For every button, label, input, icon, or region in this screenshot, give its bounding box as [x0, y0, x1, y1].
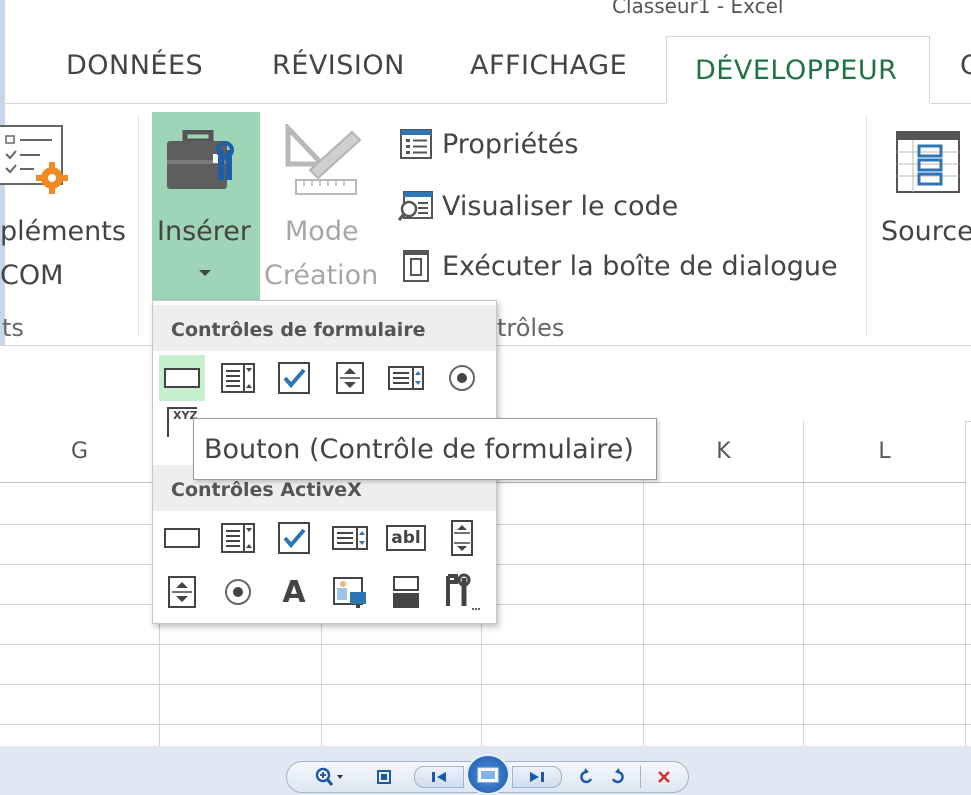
activex-toggle-button-control[interactable] — [383, 569, 429, 615]
form-option-button-control[interactable] — [439, 355, 485, 401]
activex-spin-button-control[interactable] — [159, 569, 205, 615]
form-spin-button-control[interactable] — [327, 355, 373, 401]
form-combo-box-control[interactable] — [215, 355, 261, 401]
previous-icon[interactable] — [414, 766, 464, 788]
window-title: Classeur1 - Excel — [612, 0, 784, 18]
form-button-control[interactable] — [159, 355, 205, 401]
rotate-right-icon[interactable] — [606, 764, 630, 790]
tab-affichage[interactable]: AFFICHAGE — [470, 50, 627, 81]
properties-button[interactable]: Propriétés — [398, 128, 578, 160]
tab-revision[interactable]: RÉVISION — [272, 50, 405, 81]
activex-more-controls[interactable] — [439, 569, 485, 615]
label-a-icon: A — [282, 574, 306, 610]
list-box-icon — [332, 526, 368, 550]
rotate-left-icon[interactable] — [574, 764, 598, 790]
view-code-icon — [398, 190, 434, 222]
spin-button-icon — [336, 362, 364, 394]
spin-button-icon — [168, 576, 196, 608]
com-addins-icon — [0, 124, 80, 204]
addins-group-label: ts — [2, 314, 24, 342]
toolbox-icon — [163, 129, 243, 196]
checkbox-icon — [278, 522, 310, 554]
com-addins-label-2[interactable]: COM — [0, 260, 63, 291]
activex-combo-box-control[interactable] — [215, 515, 261, 561]
option-button-icon — [449, 365, 475, 391]
insert-label: Insérer — [157, 216, 251, 247]
scroll-bar-icon — [451, 520, 473, 556]
next-icon[interactable] — [512, 766, 562, 788]
image-icon — [333, 577, 366, 608]
column-header-g[interactable]: G — [0, 421, 160, 483]
column-header-l[interactable]: L — [804, 421, 966, 483]
run-dialog-label: Exécuter la boîte de dialogue — [442, 250, 838, 282]
source-icon — [893, 128, 965, 196]
button-control-icon — [164, 528, 200, 548]
activex-option-button-control[interactable] — [215, 569, 261, 615]
toggle-button-icon — [393, 576, 419, 608]
run-dialog-icon — [398, 250, 434, 282]
activex-scroll-bar-control[interactable] — [439, 515, 485, 561]
list-box-icon — [388, 366, 424, 390]
design-mode-label-1[interactable]: Mode — [285, 216, 359, 247]
text-box-icon: abl — [386, 525, 426, 551]
slideshow-icon[interactable] — [466, 754, 510, 795]
run-dialog-button[interactable]: Exécuter la boîte de dialogue — [398, 250, 838, 282]
combo-box-icon — [221, 523, 255, 553]
combo-box-icon — [221, 363, 255, 393]
more-controls-tools-icon — [446, 573, 480, 610]
properties-label: Propriétés — [442, 128, 579, 160]
button-control-icon — [164, 368, 200, 388]
delete-icon[interactable] — [652, 764, 676, 790]
option-button-icon — [225, 579, 251, 605]
tab-developpeur[interactable]: DÉVELOPPEUR — [666, 36, 930, 104]
form-list-box-control[interactable] — [383, 355, 429, 401]
chevron-down-icon — [199, 270, 211, 276]
design-mode-icon — [282, 121, 362, 200]
source-label[interactable]: Source — [881, 216, 971, 247]
actual-size-icon[interactable] — [372, 764, 396, 790]
properties-icon — [398, 128, 434, 160]
activex-checkbox-control[interactable] — [271, 515, 317, 561]
column-header-k[interactable]: K — [644, 421, 804, 483]
view-code-button[interactable]: Visualiser le code — [398, 190, 678, 222]
controls-group-label: trôles — [497, 314, 565, 342]
com-addins-label-1[interactable]: pléments — [0, 216, 126, 247]
tab-next[interactable]: C — [960, 50, 971, 81]
activex-button-control[interactable] — [159, 515, 205, 561]
tooltip: Bouton (Contrôle de formulaire) — [193, 418, 657, 480]
activex-label-control[interactable]: A — [271, 569, 317, 615]
form-checkbox-control[interactable] — [271, 355, 317, 401]
design-mode-label-2[interactable]: Création — [264, 260, 378, 291]
form-controls-header: Contrôles de formulaire — [153, 305, 496, 351]
activex-image-control[interactable] — [327, 569, 373, 615]
activex-list-box-control[interactable] — [327, 515, 373, 561]
zoom-icon[interactable] — [312, 764, 348, 790]
ribbon-tabs: DONNÉES RÉVISION AFFICHAGE DÉVELOPPEUR C — [0, 36, 971, 104]
view-code-label: Visualiser le code — [442, 190, 679, 222]
tab-donnees[interactable]: DONNÉES — [66, 50, 203, 81]
checkbox-icon — [278, 362, 310, 394]
activex-text-box-control[interactable]: abl — [383, 515, 429, 561]
